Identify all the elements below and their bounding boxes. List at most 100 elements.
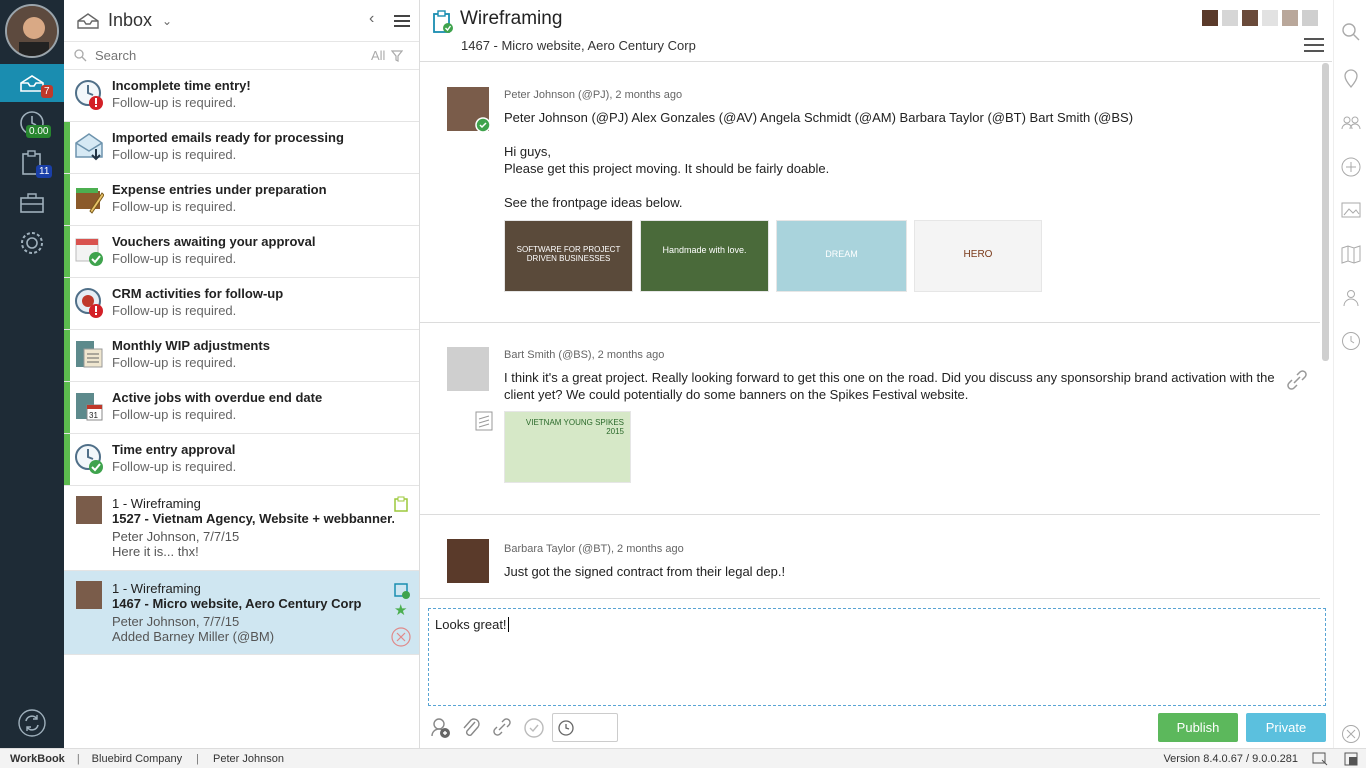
rail-settings[interactable]: [0, 224, 64, 262]
avatar[interactable]: [1282, 10, 1298, 26]
clock-alert-icon: [75, 80, 103, 110]
wallet-pen-icon: [76, 188, 104, 214]
add-icon[interactable]: [1341, 157, 1361, 177]
menu-icon[interactable]: [394, 14, 410, 28]
clipboard-check-icon: [394, 583, 410, 599]
avatar[interactable]: [1242, 10, 1258, 26]
team-icon[interactable]: [1341, 112, 1361, 132]
avatar[interactable]: [1202, 10, 1218, 26]
publish-button[interactable]: Publish: [1158, 713, 1238, 742]
status-bar: [64, 434, 70, 485]
main-header: Wireframing 1467 - Micro website, Aero C…: [420, 0, 1332, 62]
menu-icon[interactable]: [1304, 38, 1324, 52]
list-item[interactable]: Time entry approval Follow-up is require…: [64, 434, 419, 486]
status-bar: [64, 226, 70, 277]
sync-icon: [18, 709, 46, 737]
calendar-31-icon: 31: [76, 393, 103, 421]
rail-inbox[interactable]: 7: [0, 64, 64, 102]
verified-icon: [475, 117, 491, 133]
image-thumbnail[interactable]: Handmade with love.: [640, 220, 769, 292]
separator: |: [76, 752, 80, 765]
filter-icon[interactable]: [391, 49, 404, 62]
link-icon[interactable]: [1286, 369, 1308, 391]
message-item-selected[interactable]: 1 - Wireframing 1467 - Micro website, Ae…: [64, 571, 419, 655]
separator: |: [196, 752, 200, 765]
list-item[interactable]: Imported emails ready for processing Fol…: [64, 122, 419, 174]
compose-field[interactable]: Looks great!: [428, 608, 1326, 706]
message-author: Peter Johnson, 7/7/15: [112, 614, 240, 629]
chevron-down-icon[interactable]: ⌄: [162, 14, 172, 28]
status-bar: [64, 174, 70, 225]
rail-sync[interactable]: [0, 704, 64, 742]
post-mentions: Peter Johnson (@PJ) Alex Gonzales (@AV) …: [504, 110, 1134, 125]
paperclip-icon[interactable]: [461, 717, 481, 739]
collapse-chevron-icon[interactable]: ‹: [369, 10, 374, 28]
item-title: Incomplete time entry!: [112, 78, 251, 93]
item-title: Time entry approval: [112, 442, 236, 457]
item-sub: Follow-up is required.: [112, 303, 237, 318]
image-icon[interactable]: [1341, 200, 1361, 220]
user-name: Peter Johnson: [213, 752, 284, 765]
list-item[interactable]: Monthly WIP adjustments Follow-up is req…: [64, 330, 419, 382]
page-subtitle: 1467 - Micro website, Aero Century Corp: [461, 38, 696, 53]
search-icon[interactable]: [1341, 22, 1361, 42]
history-icon[interactable]: [1341, 331, 1361, 351]
rail-jobs[interactable]: [0, 184, 64, 222]
screen-search-icon[interactable]: [1312, 752, 1328, 766]
close-circle-icon[interactable]: [391, 627, 411, 647]
map-icon[interactable]: [1341, 244, 1361, 264]
star-icon[interactable]: ★: [394, 601, 407, 619]
email-import-icon: [75, 133, 103, 161]
rail-tasks[interactable]: 11: [0, 144, 64, 182]
close-circle-icon[interactable]: [1341, 724, 1361, 744]
avatar[interactable]: [1302, 10, 1318, 26]
post: Bart Smith (@BS), 2 months ago I think i…: [420, 323, 1320, 515]
item-sub: Follow-up is required.: [112, 251, 237, 266]
image-thumbnail[interactable]: VIETNAM YOUNG SPIKES 2015: [504, 411, 631, 483]
message-preview: Here it is... thx!: [112, 544, 199, 559]
participants: [1202, 10, 1318, 26]
time-input[interactable]: [552, 713, 618, 742]
compose-text: Looks great!: [435, 617, 507, 632]
location-icon[interactable]: [1341, 68, 1361, 88]
post-greeting: Hi guys,: [504, 144, 551, 159]
scrollbar[interactable]: [1322, 63, 1329, 361]
status-bar: [64, 278, 70, 329]
item-title: CRM activities for follow-up: [112, 286, 284, 301]
image-thumbnail[interactable]: HERO: [914, 220, 1042, 292]
rail-time[interactable]: 0.00: [0, 104, 64, 142]
text-cursor: [507, 617, 509, 632]
message-title: 1 - Wireframing: [112, 496, 201, 511]
user-avatar[interactable]: [5, 4, 59, 58]
message-item[interactable]: 1 - Wireframing 1527 - Vietnam Agency, W…: [64, 486, 419, 571]
add-person-icon[interactable]: [430, 717, 450, 739]
avatar: [76, 496, 102, 524]
item-title: Active jobs with overdue end date: [112, 390, 323, 405]
search-input[interactable]: [95, 48, 355, 63]
list-item[interactable]: Expense entries under preparation Follow…: [64, 174, 419, 226]
user-photo-icon: [7, 6, 57, 56]
inbox-header: Inbox ⌄ ‹: [64, 0, 419, 42]
avatar[interactable]: [1222, 10, 1238, 26]
status-bar: [64, 330, 70, 381]
list-item[interactable]: Incomplete time entry! Follow-up is requ…: [64, 70, 419, 122]
tasks-count-badge: 11: [36, 165, 53, 178]
svg-text:31: 31: [89, 411, 98, 420]
filter-label[interactable]: All: [371, 48, 385, 63]
avatar[interactable]: [1262, 10, 1278, 26]
item-title: Monthly WIP adjustments: [112, 338, 270, 353]
private-button[interactable]: Private: [1246, 713, 1326, 742]
search-icon: [74, 49, 87, 62]
message-author: Peter Johnson, 7/7/15: [112, 529, 240, 544]
check-circle-icon[interactable]: [523, 717, 545, 739]
people-icon[interactable]: [1341, 288, 1361, 308]
window-icon[interactable]: [1344, 752, 1358, 766]
list-item[interactable]: Vouchers awaiting your approval Follow-u…: [64, 226, 419, 278]
item-sub: Follow-up is required.: [112, 459, 237, 474]
image-thumbnail[interactable]: DREAM: [776, 220, 907, 292]
image-thumbnail[interactable]: SOFTWARE FOR PROJECT DRIVEN BUSINESSES: [504, 220, 633, 292]
list-item[interactable]: 31 Active jobs with overdue end date Fol…: [64, 382, 419, 434]
avatar: [447, 87, 491, 133]
list-item[interactable]: CRM activities for follow-up Follow-up i…: [64, 278, 419, 330]
link-icon[interactable]: [492, 717, 512, 739]
